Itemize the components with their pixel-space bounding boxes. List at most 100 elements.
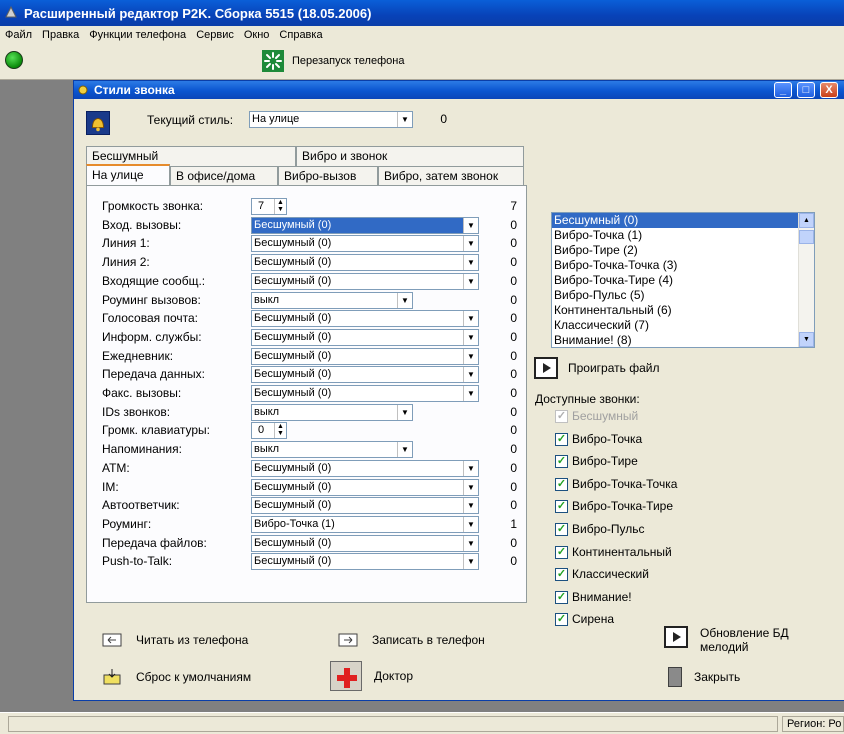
tab-vibrate-call[interactable]: Вибро-вызов (278, 166, 378, 186)
melody-list-item[interactable]: Вибро-Точка-Тире (4) (552, 273, 814, 288)
scroll-down-icon[interactable]: ▼ (799, 332, 814, 347)
checkbox-icon[interactable]: ✓ (555, 432, 568, 446)
melody-listbox[interactable]: Бесшумный (0) Вибро-Точка (1) Вибро-Тире (… (551, 212, 815, 348)
dialog-titlebar[interactable]: Стили звонка _ □ X (74, 81, 844, 99)
close-window-button[interactable]: X (820, 82, 838, 98)
restart-phone-button[interactable]: Перезапуск телефона (262, 50, 404, 72)
available-ring-checkbox[interactable]: ✓ Внимание! (555, 590, 632, 604)
setting-select[interactable]: Бесшумный (0) ▼ (251, 460, 479, 477)
menu-service[interactable]: Сервис (191, 29, 239, 41)
tab-silent[interactable]: Бесшумный (86, 146, 296, 166)
select-value: Бесшумный (0) (254, 312, 332, 324)
chevron-down-icon[interactable]: ▼ (463, 498, 478, 513)
melody-list-item[interactable]: Бесшумный (0) (552, 213, 814, 228)
setting-select[interactable]: Бесшумный (0) ▼ (251, 535, 479, 552)
menu-edit[interactable]: Правка (37, 29, 84, 41)
setting-select[interactable]: Бесшумный (0) ▼ (251, 273, 479, 290)
checkbox-icon[interactable]: ✓ (555, 454, 568, 468)
write-to-phone-button[interactable]: Записать в телефон (336, 630, 485, 650)
checkbox-icon[interactable]: ✓ (555, 545, 568, 559)
chevron-down-icon[interactable]: ▼ (397, 112, 412, 127)
melody-list-item[interactable]: Вибро-Пульс (5) (552, 288, 814, 303)
chevron-down-icon[interactable]: ▼ (463, 517, 478, 532)
chevron-down-icon[interactable]: ▼ (397, 405, 412, 420)
tab-vibrate-and-ring[interactable]: Вибро и звонок (296, 146, 524, 166)
setting-select[interactable]: Бесшумный (0) ▼ (251, 553, 479, 570)
chevron-down-icon[interactable]: ▼ (463, 367, 478, 382)
setting-select[interactable]: Вибро-Точка (1) ▼ (251, 516, 479, 533)
tab-vibrate-then-ring[interactable]: Вибро, затем звонок (378, 166, 524, 186)
melody-list-item[interactable]: Вибро-Точка (1) (552, 228, 814, 243)
chevron-down-icon[interactable]: ▼ (463, 386, 478, 401)
write-label: Записать в телефон (372, 633, 485, 647)
reset-defaults-button[interactable]: Сброс к умолчаниям (100, 667, 251, 687)
scroll-up-icon[interactable]: ▲ (799, 213, 814, 228)
melody-list-item[interactable]: Континентальный (6) (552, 303, 814, 318)
melody-list-item[interactable]: Внимание! (8) (552, 333, 814, 348)
setting-stepper[interactable]: 7 ▲ ▼ (251, 198, 287, 215)
available-ring-checkbox[interactable]: ✓ Континентальный (555, 545, 672, 559)
chevron-down-icon[interactable]: ▼ (397, 293, 412, 308)
tab-outdoor[interactable]: На улице (86, 164, 170, 186)
listbox-scrollbar[interactable]: ▲ ▼ (798, 213, 814, 347)
chevron-down-icon[interactable]: ▼ (463, 480, 478, 495)
scroll-thumb[interactable] (799, 230, 814, 244)
available-ring-checkbox[interactable]: ✓ Вибро-Пульс (555, 522, 645, 536)
melody-list-item[interactable]: Классический (7) (552, 318, 814, 333)
doctor-button[interactable]: Доктор (330, 661, 413, 691)
chevron-down-icon[interactable]: ▼ (463, 554, 478, 569)
read-from-phone-button[interactable]: Читать из телефона (100, 630, 248, 650)
chevron-down-icon[interactable]: ▼ (463, 255, 478, 270)
menu-help[interactable]: Справка (274, 29, 327, 41)
setting-select[interactable]: Бесшумный (0) ▼ (251, 310, 479, 327)
setting-select[interactable]: Бесшумный (0) ▼ (251, 329, 479, 346)
menu-window[interactable]: Окно (239, 29, 275, 41)
setting-select[interactable]: Бесшумный (0) ▼ (251, 385, 479, 402)
setting-select[interactable]: Бесшумный (0) ▼ (251, 479, 479, 496)
melody-list-item[interactable]: Вибро-Точка-Точка (3) (552, 258, 814, 273)
setting-select[interactable]: выкл ▼ (251, 404, 413, 421)
available-ring-checkbox[interactable]: ✓ Вибро-Точка-Тире (555, 499, 673, 513)
chevron-down-icon[interactable]: ▼ (463, 461, 478, 476)
checkbox-icon[interactable]: ✓ (555, 522, 568, 536)
stepper-arrows-icon[interactable]: ▲ ▼ (274, 199, 286, 214)
available-ring-checkbox[interactable]: ✓ Вибро-Тире (555, 454, 638, 468)
checkbox-icon[interactable]: ✓ (555, 612, 568, 626)
chevron-down-icon[interactable]: ▼ (463, 349, 478, 364)
setting-select[interactable]: Бесшумный (0) ▼ (251, 217, 479, 234)
setting-select[interactable]: выкл ▼ (251, 441, 413, 458)
chevron-down-icon[interactable]: ▼ (463, 218, 478, 233)
setting-select[interactable]: Бесшумный (0) ▼ (251, 235, 479, 252)
chevron-down-icon[interactable]: ▼ (463, 536, 478, 551)
available-ring-checkbox[interactable]: ✓ Классический (555, 567, 649, 581)
stepper-arrows-icon[interactable]: ▲ ▼ (274, 423, 286, 438)
chevron-down-icon[interactable]: ▼ (463, 236, 478, 251)
available-ring-checkbox[interactable]: ✓ Вибро-Точка (555, 432, 642, 446)
chevron-down-icon[interactable]: ▼ (397, 442, 412, 457)
maximize-button[interactable]: □ (797, 82, 815, 98)
available-ring-checkbox[interactable]: ✓ Сирена (555, 612, 614, 626)
menu-phone-functions[interactable]: Функции телефона (84, 29, 191, 41)
setting-select[interactable]: Бесшумный (0) ▼ (251, 497, 479, 514)
update-melody-db-button[interactable]: Обновление БД мелодий (664, 626, 789, 654)
checkbox-icon[interactable]: ✓ (555, 477, 568, 491)
current-style-select[interactable]: На улице ▼ (249, 111, 413, 128)
checkbox-icon[interactable]: ✓ (555, 567, 568, 581)
setting-select[interactable]: выкл ▼ (251, 292, 413, 309)
chevron-down-icon[interactable]: ▼ (463, 311, 478, 326)
chevron-down-icon[interactable]: ▼ (463, 330, 478, 345)
setting-stepper[interactable]: 0 ▲ ▼ (251, 422, 287, 439)
setting-select[interactable]: Бесшумный (0) ▼ (251, 254, 479, 271)
close-button[interactable]: Закрыть (668, 667, 740, 687)
checkbox-icon[interactable]: ✓ (555, 590, 568, 604)
checkbox-icon[interactable]: ✓ (555, 499, 568, 513)
setting-select[interactable]: Бесшумный (0) ▼ (251, 348, 479, 365)
minimize-button[interactable]: _ (774, 82, 792, 98)
setting-select[interactable]: Бесшумный (0) ▼ (251, 366, 479, 383)
play-file-button[interactable]: Проиграть файл (534, 357, 659, 379)
melody-list-item[interactable]: Вибро-Тире (2) (552, 243, 814, 258)
tab-office-home[interactable]: В офисе/дома (170, 166, 278, 186)
available-ring-checkbox[interactable]: ✓ Вибро-Точка-Точка (555, 477, 677, 491)
chevron-down-icon[interactable]: ▼ (463, 274, 478, 289)
menu-file[interactable]: Файл (0, 29, 37, 41)
